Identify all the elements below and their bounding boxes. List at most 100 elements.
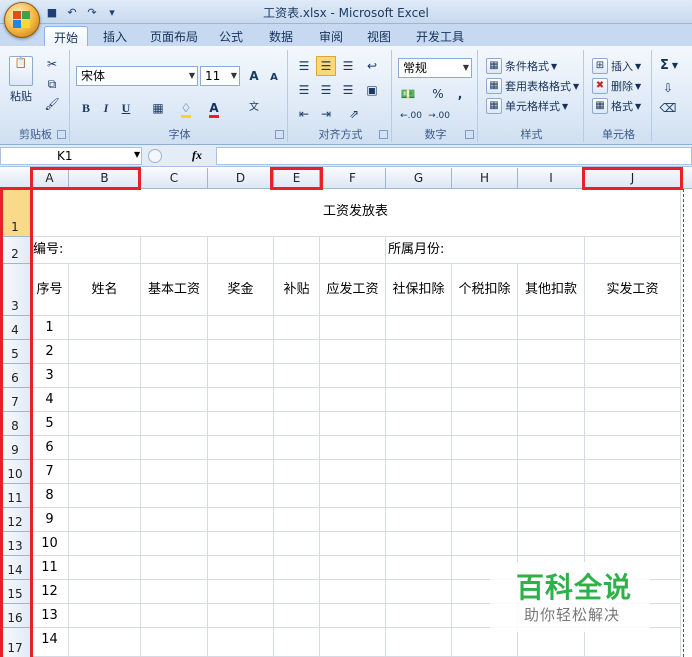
row-header-13[interactable]: 13: [0, 532, 31, 556]
table-cell[interactable]: [274, 556, 320, 580]
align-right-icon[interactable]: ☰: [338, 80, 358, 100]
serial-cell[interactable]: 4: [31, 388, 69, 412]
column-header-h[interactable]: H: [452, 168, 518, 189]
table-cell[interactable]: [141, 412, 208, 436]
table-cell[interactable]: [585, 388, 681, 412]
table-cell[interactable]: [585, 484, 681, 508]
row-header-10[interactable]: 10: [0, 460, 31, 484]
table-cell[interactable]: [452, 484, 518, 508]
tab-data[interactable]: 数据: [264, 26, 298, 46]
increase-indent-icon[interactable]: ⇥: [316, 104, 336, 124]
table-cell[interactable]: [386, 412, 452, 436]
table-cell[interactable]: [141, 436, 208, 460]
table-cell[interactable]: [518, 436, 585, 460]
table-cell[interactable]: [518, 532, 585, 556]
header-income-tax[interactable]: 个税扣除: [452, 264, 518, 316]
clear-icon[interactable]: ⌫: [658, 98, 678, 118]
table-cell[interactable]: [208, 604, 274, 628]
comma-button[interactable]: ,: [450, 84, 470, 104]
table-cell[interactable]: [518, 628, 585, 657]
cell-styles-button[interactable]: ▦ 单元格样式 ▼: [486, 98, 568, 114]
table-cell[interactable]: [69, 364, 141, 388]
number-format-select[interactable]: 常规 ▼: [398, 58, 472, 78]
serial-cell[interactable]: 8: [31, 484, 69, 508]
table-cell[interactable]: [320, 316, 386, 340]
table-cell[interactable]: [585, 628, 681, 657]
name-box-dropdown-icon[interactable]: ▼: [134, 150, 140, 159]
name-box[interactable]: K1: [0, 147, 142, 165]
wrap-text-icon[interactable]: ↩: [362, 56, 382, 76]
table-cell[interactable]: [274, 580, 320, 604]
table-cell[interactable]: [141, 532, 208, 556]
table-cell[interactable]: [141, 628, 208, 657]
cell-d2[interactable]: [208, 237, 274, 264]
header-allowance[interactable]: 补贴: [274, 264, 320, 316]
table-cell[interactable]: [208, 412, 274, 436]
serial-cell[interactable]: 11: [31, 556, 69, 580]
serial-cell[interactable]: 10: [31, 532, 69, 556]
row-header-9[interactable]: 9: [0, 436, 31, 460]
row-header-6[interactable]: 6: [0, 364, 31, 388]
table-cell[interactable]: [386, 460, 452, 484]
header-serial[interactable]: 序号: [31, 264, 69, 316]
table-cell[interactable]: [208, 436, 274, 460]
alignment-launcher-icon[interactable]: [379, 130, 388, 139]
serial-cell[interactable]: 7: [31, 460, 69, 484]
header-net-pay[interactable]: 实发工资: [585, 264, 681, 316]
table-cell[interactable]: [518, 412, 585, 436]
decrease-decimal-button[interactable]: →.00: [426, 106, 452, 126]
table-cell[interactable]: [320, 556, 386, 580]
table-cell[interactable]: [518, 484, 585, 508]
table-cell[interactable]: [386, 340, 452, 364]
column-header-e[interactable]: E: [274, 168, 320, 189]
align-middle-icon[interactable]: ☰: [316, 56, 336, 76]
italic-button[interactable]: I: [96, 98, 116, 118]
percent-button[interactable]: %: [428, 84, 448, 104]
font-launcher-icon[interactable]: [275, 130, 284, 139]
align-left-icon[interactable]: ☰: [294, 80, 314, 100]
fill-color-icon[interactable]: ♢: [176, 98, 196, 118]
autosum-button[interactable]: Σ ▼: [660, 58, 678, 73]
table-cell[interactable]: [69, 532, 141, 556]
column-header-c[interactable]: C: [141, 168, 208, 189]
table-cell[interactable]: [69, 580, 141, 604]
row-header-4[interactable]: 4: [0, 316, 31, 340]
table-cell[interactable]: [274, 460, 320, 484]
table-cell[interactable]: [452, 388, 518, 412]
office-button[interactable]: [4, 2, 40, 38]
grow-font-button[interactable]: A: [244, 66, 264, 86]
column-header-a[interactable]: A: [31, 168, 69, 189]
column-header-g[interactable]: G: [386, 168, 452, 189]
table-cell[interactable]: [452, 628, 518, 657]
row-header-12[interactable]: 12: [0, 508, 31, 532]
table-cell[interactable]: [208, 532, 274, 556]
conditional-format-button[interactable]: ▦ 条件格式 ▼: [486, 58, 557, 74]
format-cells-button[interactable]: ▦ 格式 ▼: [592, 98, 641, 114]
table-cell[interactable]: [386, 484, 452, 508]
table-cell[interactable]: [320, 628, 386, 657]
header-bonus[interactable]: 奖金: [208, 264, 274, 316]
merge-center-icon[interactable]: ▣: [362, 80, 382, 100]
number-launcher-icon[interactable]: [465, 130, 474, 139]
table-cell[interactable]: [69, 508, 141, 532]
column-header-f[interactable]: F: [320, 168, 386, 189]
table-cell[interactable]: [518, 460, 585, 484]
serial-cell[interactable]: 3: [31, 364, 69, 388]
column-header-i[interactable]: I: [518, 168, 585, 189]
table-cell[interactable]: [585, 532, 681, 556]
table-cell[interactable]: [208, 484, 274, 508]
table-cell[interactable]: [452, 436, 518, 460]
table-cell[interactable]: [69, 556, 141, 580]
table-cell[interactable]: [386, 508, 452, 532]
font-name-select[interactable]: 宋体 ▼: [76, 66, 198, 86]
column-header-d[interactable]: D: [208, 168, 274, 189]
row-header-7[interactable]: 7: [0, 388, 31, 412]
table-cell[interactable]: [320, 580, 386, 604]
tab-home[interactable]: 开始: [44, 26, 88, 46]
font-color-icon[interactable]: A: [204, 98, 224, 118]
row-header-3[interactable]: 3: [0, 264, 31, 316]
serial-cell[interactable]: 12: [31, 580, 69, 604]
table-cell[interactable]: [386, 388, 452, 412]
table-cell[interactable]: [208, 460, 274, 484]
table-cell[interactable]: [274, 628, 320, 657]
